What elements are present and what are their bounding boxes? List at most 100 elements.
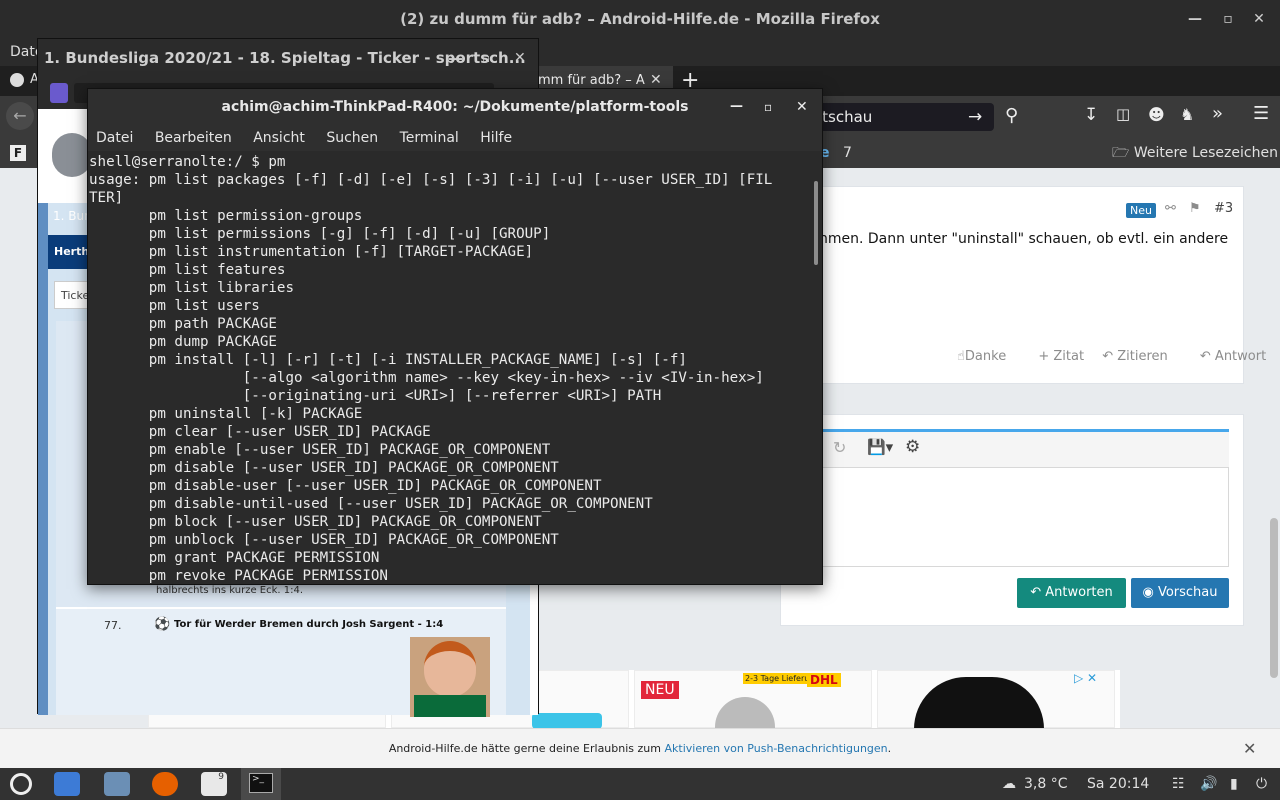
maximize-icon[interactable]: ▫ (764, 89, 772, 125)
terminal-line: pm unblock [--user USER_ID] PACKAGE_OR_C… (89, 532, 559, 548)
terminal-scrollbar[interactable] (810, 151, 822, 584)
menu-hilfe[interactable]: Hilfe (480, 130, 512, 146)
tab-label: mm für adb? – A (538, 73, 645, 88)
terminal-line: pm enable [--user USER_ID] PACKAGE_OR_CO… (89, 442, 551, 458)
sportschau-logo (52, 133, 92, 177)
save-draft-icon[interactable]: 💾▾ (867, 438, 893, 456)
close-banner-icon[interactable]: ✕ (1243, 729, 1256, 769)
terminal-scrollbar-thumb[interactable] (814, 181, 818, 265)
firefox-icon[interactable] (152, 772, 178, 796)
terminal-line: pm revoke PACKAGE PERMISSION (89, 568, 388, 584)
folder-icon: 🗁 (1112, 145, 1130, 161)
terminal-output-area[interactable]: shell@serranolte:/ $ pm usage: pm list pa… (88, 151, 810, 584)
thunderbird-icon[interactable] (54, 772, 80, 796)
sidebar-icon[interactable]: ◫ (1116, 105, 1130, 123)
terminal-task-button[interactable]: >_ (241, 768, 281, 800)
close-icon[interactable]: ✕ (514, 39, 526, 77)
terminal-line: pm uninstall [-k] PACKAGE (89, 406, 363, 422)
download-icon[interactable]: ↧ (1084, 105, 1098, 125)
quote-button[interactable]: ↶ Zitieren (1102, 349, 1182, 364)
other-bookmarks[interactable]: 🗁 Weitere Lesezeichen (1112, 138, 1278, 168)
reply-button-label: Antworten (1045, 585, 1113, 600)
share-icon[interactable]: ⚯ (1165, 201, 1176, 216)
calendar-icon[interactable]: 9 (201, 772, 227, 796)
minimize-icon[interactable]: — (448, 39, 463, 77)
player-face (424, 641, 476, 697)
close-tab-icon[interactable]: ✕ (650, 72, 662, 88)
terminal-line: pm path PACKAGE (89, 316, 277, 332)
hamburger-menu-icon[interactable]: ☰ (1253, 103, 1269, 124)
close-icon[interactable]: ✕ (796, 89, 808, 125)
terminal-line: pm disable-user [--user USER_ID] PACKAGE… (89, 478, 602, 494)
page-scrollbar[interactable] (1270, 518, 1278, 678)
maximize-icon[interactable]: ▫ (1213, 0, 1243, 38)
preview-button[interactable]: ◉ Vorschau (1131, 578, 1229, 608)
minimize-icon[interactable]: — (730, 89, 743, 125)
menu-ansicht[interactable]: Ansicht (253, 130, 305, 146)
menu-terminal[interactable]: Terminal (400, 130, 459, 146)
post-number[interactable]: #3 (1214, 201, 1233, 216)
maximize-icon[interactable]: ▫ (482, 39, 490, 77)
terminal-line: pm clear [--user USER_ID] PACKAGE (89, 424, 431, 440)
app-menu-icon[interactable] (10, 773, 32, 795)
ticker-minute: 77. (104, 619, 122, 632)
ad-item[interactable]: ▷ ✕ (877, 670, 1115, 729)
menu-datei[interactable]: Datei (96, 130, 133, 146)
terminal-line: pm install [-l] [-r] [-t] [-i INSTALLER_… (89, 352, 687, 368)
terminal-titlebar: achim@achim-ThinkPad-R400: ~/Dokumente/p… (88, 89, 822, 125)
minimize-icon[interactable]: — (1180, 0, 1210, 38)
terminal-line: pm list features (89, 262, 286, 278)
close-icon[interactable]: ✕ (1244, 0, 1274, 38)
forum-post: Neu ⚯ ⚑ #3 nmen. Dann unter "uninstall" … (780, 186, 1266, 384)
ticker-entry: 77. ⚽ Tor für Werder Bremen durch Josh S… (56, 607, 506, 717)
weather-icon[interactable]: ☁ (1002, 768, 1016, 800)
file-manager-icon[interactable] (104, 772, 130, 796)
terminal-line: pm list libraries (89, 280, 294, 296)
quote-label: Zitieren (1117, 349, 1168, 364)
ad-dhl-logo: DHL (807, 673, 841, 687)
editor-toolbar: ↻ 💾▾ ⚙ (781, 429, 1229, 467)
bookmark-count[interactable]: 7 (843, 138, 852, 168)
extension-icon[interactable]: ♞ (1180, 105, 1194, 124)
sportschau-titlebar: 1. Bundesliga 2020/21 - 18. Spieltag - T… (38, 39, 538, 77)
reply-button[interactable]: ↶ Antworten (1017, 578, 1126, 608)
terminal-line: usage: pm list packages [-f] [-d] [-e] [… (89, 172, 773, 188)
volume-icon[interactable]: 🔊 (1200, 768, 1217, 800)
go-arrow-icon[interactable]: → (968, 103, 982, 131)
terminal-line: pm disable-until-used [--user USER_ID] P… (89, 496, 653, 512)
editor-textarea[interactable] (781, 467, 1229, 567)
terminal-line: pm disable [--user USER_ID] PACKAGE_OR_C… (89, 460, 559, 476)
ad-item[interactable]: NEU 2-3 Tage Lieferung DHL (634, 670, 872, 729)
network-icon[interactable]: ☷ (1172, 768, 1185, 800)
bookmark-icon[interactable]: ⚑ (1189, 201, 1201, 216)
quote-add-button[interactable]: + Zitat (1038, 349, 1084, 364)
power-icon[interactable]: ⏻ (1256, 768, 1267, 800)
privacy-badger-icon[interactable] (50, 83, 68, 103)
soccer-ball-icon: ⚽ (154, 617, 171, 632)
reply-link[interactable]: ↶ Antwort (1200, 349, 1280, 364)
back-icon[interactable]: ← (6, 102, 34, 130)
overflow-chevron-icon[interactable]: » (1212, 103, 1223, 124)
menu-bearbeiten[interactable]: Bearbeiten (155, 130, 232, 146)
push-banner-end: . (887, 742, 892, 755)
taskbar: 9 >_ ☁ 3,8 °C Sa 20:14 ☷ 🔊 ▮ ⏻ (0, 768, 1280, 800)
terminal-line: TER] (89, 190, 124, 206)
like-label: Danke (964, 349, 1007, 364)
like-button[interactable]: ☝Danke (957, 349, 1020, 364)
search-icon[interactable]: ⚲ (1005, 105, 1018, 126)
terminal-line: [--algo <algorithm name> --key <key-in-h… (89, 370, 764, 386)
account-icon[interactable]: ☻ (1148, 105, 1165, 124)
settings-gear-icon[interactable]: ⚙ (905, 437, 920, 457)
terminal-taskbar-icon: >_ (249, 773, 273, 793)
push-enable-link[interactable]: Aktivieren von Push-Benachrichtigungen (664, 742, 887, 755)
battery-icon[interactable]: ▮ (1230, 768, 1238, 800)
menu-suchen[interactable]: Suchen (326, 130, 378, 146)
redo-icon[interactable]: ↻ (833, 438, 846, 457)
terminal-line: pm list instrumentation [-f] [TARGET-PAC… (89, 244, 534, 260)
ad-watch-image (914, 677, 1044, 729)
clock[interactable]: Sa 20:14 (1087, 768, 1149, 800)
ad-choices-icon[interactable]: ▷ ✕ (1074, 671, 1097, 685)
ad-phone-image (532, 713, 602, 729)
temperature[interactable]: 3,8 °C (1024, 768, 1068, 800)
bookmark-favicon-icon[interactable]: F (10, 145, 26, 161)
